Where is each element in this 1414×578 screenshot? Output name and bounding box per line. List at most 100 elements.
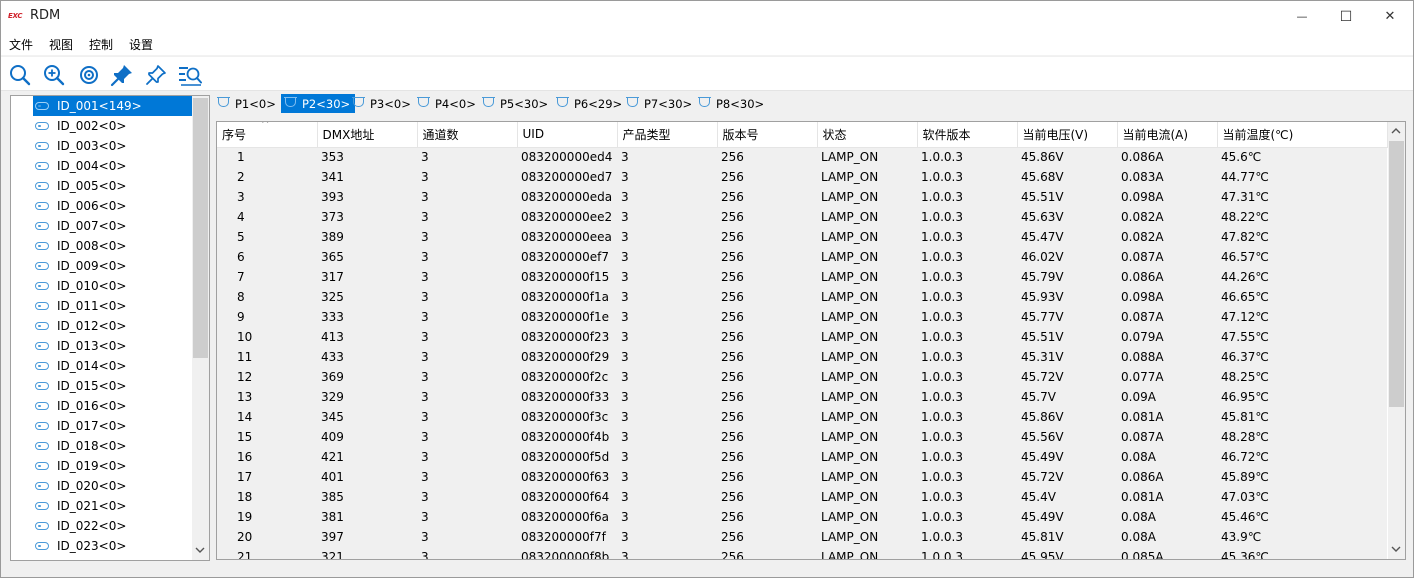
tree-item[interactable]: ID_003<0>	[33, 136, 193, 156]
table-cell: 3	[617, 267, 717, 287]
table-cell: 1.0.0.3	[917, 367, 1017, 387]
device-icon	[35, 422, 49, 430]
tree-item[interactable]: ID_004<0>	[33, 156, 193, 176]
zoom-in-button[interactable]	[42, 63, 66, 87]
maximize-button[interactable]: ☐	[1323, 1, 1369, 32]
column-header[interactable]: 软件版本	[917, 122, 1018, 148]
tab-port[interactable]: P6<29>	[556, 94, 622, 113]
search-button[interactable]	[8, 63, 32, 87]
tree-item-label: ID_020<0>	[57, 479, 127, 493]
tree-item[interactable]: ID_008<0>	[33, 236, 193, 256]
column-header[interactable]: DMX地址	[317, 122, 418, 148]
table-cell: 333	[317, 307, 417, 327]
scroll-down-icon[interactable]	[1391, 544, 1401, 554]
tree-item[interactable]: ID_018<0>	[33, 436, 193, 456]
table-row[interactable]: 21 321 3 083200000f8b 3 256 LAMP_ON 1.0.0.3 45.9…	[217, 547, 1387, 559]
table-row[interactable]: 12 369 3 083200000f2c 3 256 LAMP_ON 1.0.0.3 45.7…	[217, 367, 1387, 387]
column-header[interactable]: 通道数	[417, 122, 518, 148]
column-header[interactable]: 状态	[817, 122, 918, 148]
table-cell: LAMP_ON	[817, 167, 917, 187]
table-cell: 1.0.0.3	[917, 327, 1017, 347]
menu-settings[interactable]: 设置	[129, 36, 153, 53]
scroll-up-icon[interactable]	[1391, 126, 1401, 136]
tab-port[interactable]: P8<30>	[698, 94, 764, 113]
column-header[interactable]: 当前电压(V)	[1017, 122, 1118, 148]
list-search-button[interactable]	[178, 63, 202, 87]
tree-scrollbar[interactable]	[192, 96, 209, 560]
table-cell: 1.0.0.3	[917, 387, 1017, 407]
column-header[interactable]: 当前电流(A)	[1117, 122, 1218, 148]
tree-item[interactable]: ID_023<0>	[33, 536, 193, 556]
device-tree[interactable]: ID_001<149> ID_002<0> ID_003<0> ID_004<0> ID…	[10, 95, 210, 561]
tree-item[interactable]: ID_011<0>	[33, 296, 193, 316]
column-header[interactable]: UID	[517, 122, 618, 148]
table-cell: 083200000f33	[517, 387, 617, 407]
tree-item[interactable]: ID_005<0>	[33, 176, 193, 196]
table-row[interactable]: 13 329 3 083200000f33 3 256 LAMP_ON 1.0.0.3 45.7…	[217, 387, 1387, 407]
tree-item[interactable]: ID_013<0>	[33, 336, 193, 356]
tree-item[interactable]: ID_019<0>	[33, 456, 193, 476]
table-row[interactable]: 2 341 3 083200000ed7 3 256 LAMP_ON 1.0.0.3 45.68…	[217, 167, 1387, 187]
table-row[interactable]: 7 317 3 083200000f15 3 256 LAMP_ON 1.0.0.3 45.79…	[217, 267, 1387, 287]
tree-item[interactable]: ID_009<0>	[33, 256, 193, 276]
tree-item[interactable]: ID_001<149>	[33, 96, 193, 116]
target-button[interactable]	[77, 63, 101, 87]
tree-item[interactable]: ID_021<0>	[33, 496, 193, 516]
table-row[interactable]: 8 325 3 083200000f1a 3 256 LAMP_ON 1.0.0.3 45.93…	[217, 287, 1387, 307]
table-row[interactable]: 4 373 3 083200000ee2 3 256 LAMP_ON 1.0.0.3 45.63…	[217, 207, 1387, 227]
tab-port[interactable]: P5<30>	[482, 94, 548, 113]
table-cell: 256	[717, 247, 817, 267]
table-cell: 3	[617, 527, 717, 547]
minimize-button[interactable]: —	[1279, 1, 1325, 32]
menu-file[interactable]: 文件	[9, 36, 33, 53]
table-row[interactable]: 18 385 3 083200000f64 3 256 LAMP_ON 1.0.0.3 45.4…	[217, 487, 1387, 507]
pin-button[interactable]	[110, 63, 134, 87]
sort-ascending-icon: ^	[261, 121, 270, 130]
table-row[interactable]: 19 381 3 083200000f6a 3 256 LAMP_ON 1.0.0.3 45.4…	[217, 507, 1387, 527]
menu-control[interactable]: 控制	[89, 36, 113, 53]
column-header[interactable]: 序号 ^	[217, 121, 318, 148]
tree-item[interactable]: ID_012<0>	[33, 316, 193, 336]
table-row[interactable]: 11 433 3 083200000f29 3 256 LAMP_ON 1.0.0.3 45.3…	[217, 347, 1387, 367]
close-button[interactable]: ✕	[1367, 1, 1413, 32]
table-scroll-thumb[interactable]	[1389, 141, 1404, 407]
tree-item[interactable]: ID_017<0>	[33, 416, 193, 436]
table-cell: 0.098A	[1117, 287, 1217, 307]
table-row[interactable]: 3 393 3 083200000eda 3 256 LAMP_ON 1.0.0.3 45.51…	[217, 187, 1387, 207]
tab-port[interactable]: P7<30>	[626, 94, 692, 113]
menu-view[interactable]: 视图	[49, 36, 73, 53]
table-row[interactable]: 20 397 3 083200000f7f 3 256 LAMP_ON 1.0.0.3 45.8…	[217, 527, 1387, 547]
table-row[interactable]: 5 389 3 083200000eea 3 256 LAMP_ON 1.0.0.3 45.47…	[217, 227, 1387, 247]
table-row[interactable]: 14 345 3 083200000f3c 3 256 LAMP_ON 1.0.0.3 45.8…	[217, 407, 1387, 427]
tree-item[interactable]: ID_002<0>	[33, 116, 193, 136]
column-header[interactable]: 产品类型	[617, 122, 718, 148]
tree-item[interactable]: ID_007<0>	[33, 216, 193, 236]
tab-port[interactable]: P1<0>	[217, 94, 276, 113]
tree-item[interactable]: ID_014<0>	[33, 356, 193, 376]
scroll-down-icon[interactable]	[195, 545, 205, 555]
tree-item[interactable]: ID_015<0>	[33, 376, 193, 396]
tree-scroll-thumb[interactable]	[193, 98, 208, 358]
tree-item[interactable]: ID_006<0>	[33, 196, 193, 216]
device-icon	[35, 522, 49, 530]
tab-port[interactable]: P3<0>	[352, 94, 411, 113]
table-row[interactable]: 16 421 3 083200000f5d 3 256 LAMP_ON 1.0.0.3 45.4…	[217, 447, 1387, 467]
column-header[interactable]: 版本号	[717, 122, 818, 148]
table-row[interactable]: 10 413 3 083200000f23 3 256 LAMP_ON 1.0.0.3 45.5…	[217, 327, 1387, 347]
column-header[interactable]: 当前温度(℃)	[1217, 122, 1388, 148]
table-row[interactable]: 17 401 3 083200000f63 3 256 LAMP_ON 1.0.0.3 45.7…	[217, 467, 1387, 487]
table-row[interactable]: 6 365 3 083200000ef7 3 256 LAMP_ON 1.0.0.3 46.02…	[217, 247, 1387, 267]
table-row[interactable]: 9 333 3 083200000f1e 3 256 LAMP_ON 1.0.0.3 45.77…	[217, 307, 1387, 327]
tree-item[interactable]: ID_022<0>	[33, 516, 193, 536]
tree-item[interactable]: ID_020<0>	[33, 476, 193, 496]
tab-port[interactable]: P2<30>	[281, 94, 356, 113]
device-icon	[35, 102, 49, 110]
unpin-button[interactable]	[144, 63, 168, 87]
tree-item[interactable]: ID_010<0>	[33, 276, 193, 296]
table-scrollbar[interactable]	[1388, 122, 1405, 559]
table-row[interactable]: 15 409 3 083200000f4b 3 256 LAMP_ON 1.0.0.3 45.5…	[217, 427, 1387, 447]
tree-item[interactable]: ID_016<0>	[33, 396, 193, 416]
tab-port[interactable]: P4<0>	[417, 94, 476, 113]
table-row[interactable]: 1 353 3 083200000ed4 3 256 LAMP_ON 1.0.0.3 45.86…	[217, 147, 1387, 167]
table-cell: 3	[617, 167, 717, 187]
